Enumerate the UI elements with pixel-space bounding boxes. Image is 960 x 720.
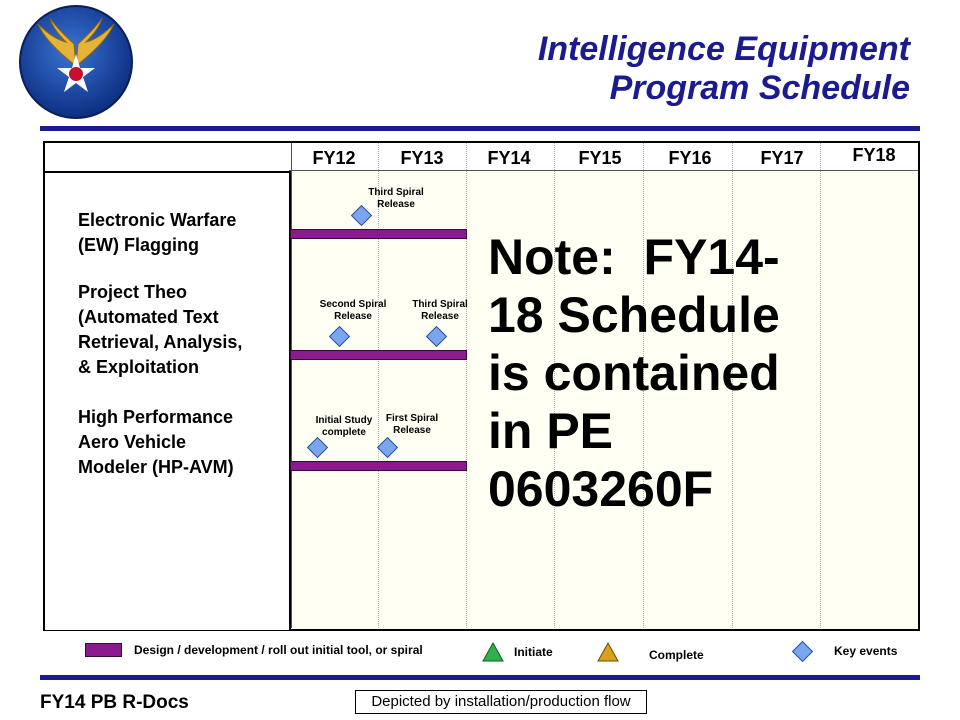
event-label-line: Release	[334, 311, 372, 322]
column-separator	[291, 143, 293, 628]
fy-label: FY18	[852, 145, 896, 165]
event-label: Third Spiral Release	[400, 299, 480, 323]
header-divider	[40, 126, 920, 131]
program-label-line: (Automated Text	[78, 307, 219, 327]
program-label-ew-flagging: Electronic Warfare (EW) Flagging	[78, 208, 236, 258]
column-separator	[378, 143, 380, 628]
fy-label: FY13	[400, 148, 444, 168]
event-label-line: Second Spiral	[319, 299, 387, 310]
initiate-triangle-icon	[482, 641, 504, 662]
program-label-hp-avm: High Performance Aero Vehicle Modeler (H…	[78, 405, 234, 480]
fy-label: FY14	[487, 148, 531, 168]
schedule-bar	[290, 461, 467, 471]
program-label-line: Modeler (HP-AVM)	[78, 457, 234, 477]
footer-caption-box: Depicted by installation/production flow	[355, 690, 647, 714]
legend-bar-swatch	[85, 643, 122, 657]
footer-doc-label: FY14 PB R-Docs	[40, 692, 189, 713]
event-label-line: Release	[377, 199, 415, 210]
column-separator	[466, 143, 468, 628]
program-label-line: & Exploitation	[78, 357, 199, 377]
program-label-line: Aero Vehicle	[78, 432, 187, 452]
fy-label: FY15	[578, 148, 622, 168]
program-label-line: Retrieval, Analysis,	[78, 332, 243, 352]
event-label-line: Third Spiral	[412, 299, 468, 310]
page-title-line-1: Intelligence Equipment	[537, 30, 910, 68]
complete-triangle-icon	[597, 641, 619, 662]
column-separator	[820, 143, 822, 628]
event-label: Third Spiral Release	[356, 187, 436, 211]
event-label: Second Spiral Release	[313, 299, 393, 323]
legend-bar-label: Design / development / roll out initial …	[134, 643, 423, 657]
schedule-note: Note: FY14- 18 Schedule is contained in …	[488, 229, 780, 517]
legend-initiate-label: Initiate	[514, 645, 553, 659]
event-label-line: Release	[421, 311, 459, 322]
program-label-line: Electronic Warfare	[78, 210, 237, 230]
program-label-line: High Performance	[78, 407, 234, 427]
program-label-line: Project Theo	[78, 282, 188, 302]
event-label-line: Third Spiral	[368, 187, 424, 198]
key-event-diamond-icon	[791, 640, 814, 663]
legend-complete-label: Complete	[649, 648, 704, 662]
header-bottom-line	[289, 170, 918, 171]
schedule-bar	[290, 350, 467, 360]
event-label: First Spiral Release	[372, 413, 452, 437]
legend-key-events-label: Key events	[834, 644, 898, 658]
fy-label: FY16	[668, 148, 712, 168]
air-force-wings-star-roundel-icon	[18, 4, 134, 120]
page-title-line-2: Program Schedule	[609, 69, 910, 107]
footer-divider	[40, 675, 920, 680]
program-label-project-theo: Project Theo (Automated Text Retrieval, …	[78, 280, 242, 380]
program-label-line: (EW) Flagging	[78, 235, 199, 255]
fy-label: FY17	[760, 148, 804, 168]
event-label-line: First Spiral	[385, 413, 439, 424]
schedule-bar	[290, 229, 467, 239]
event-label-line: Release	[393, 425, 431, 436]
fy-label: FY12	[312, 148, 356, 168]
